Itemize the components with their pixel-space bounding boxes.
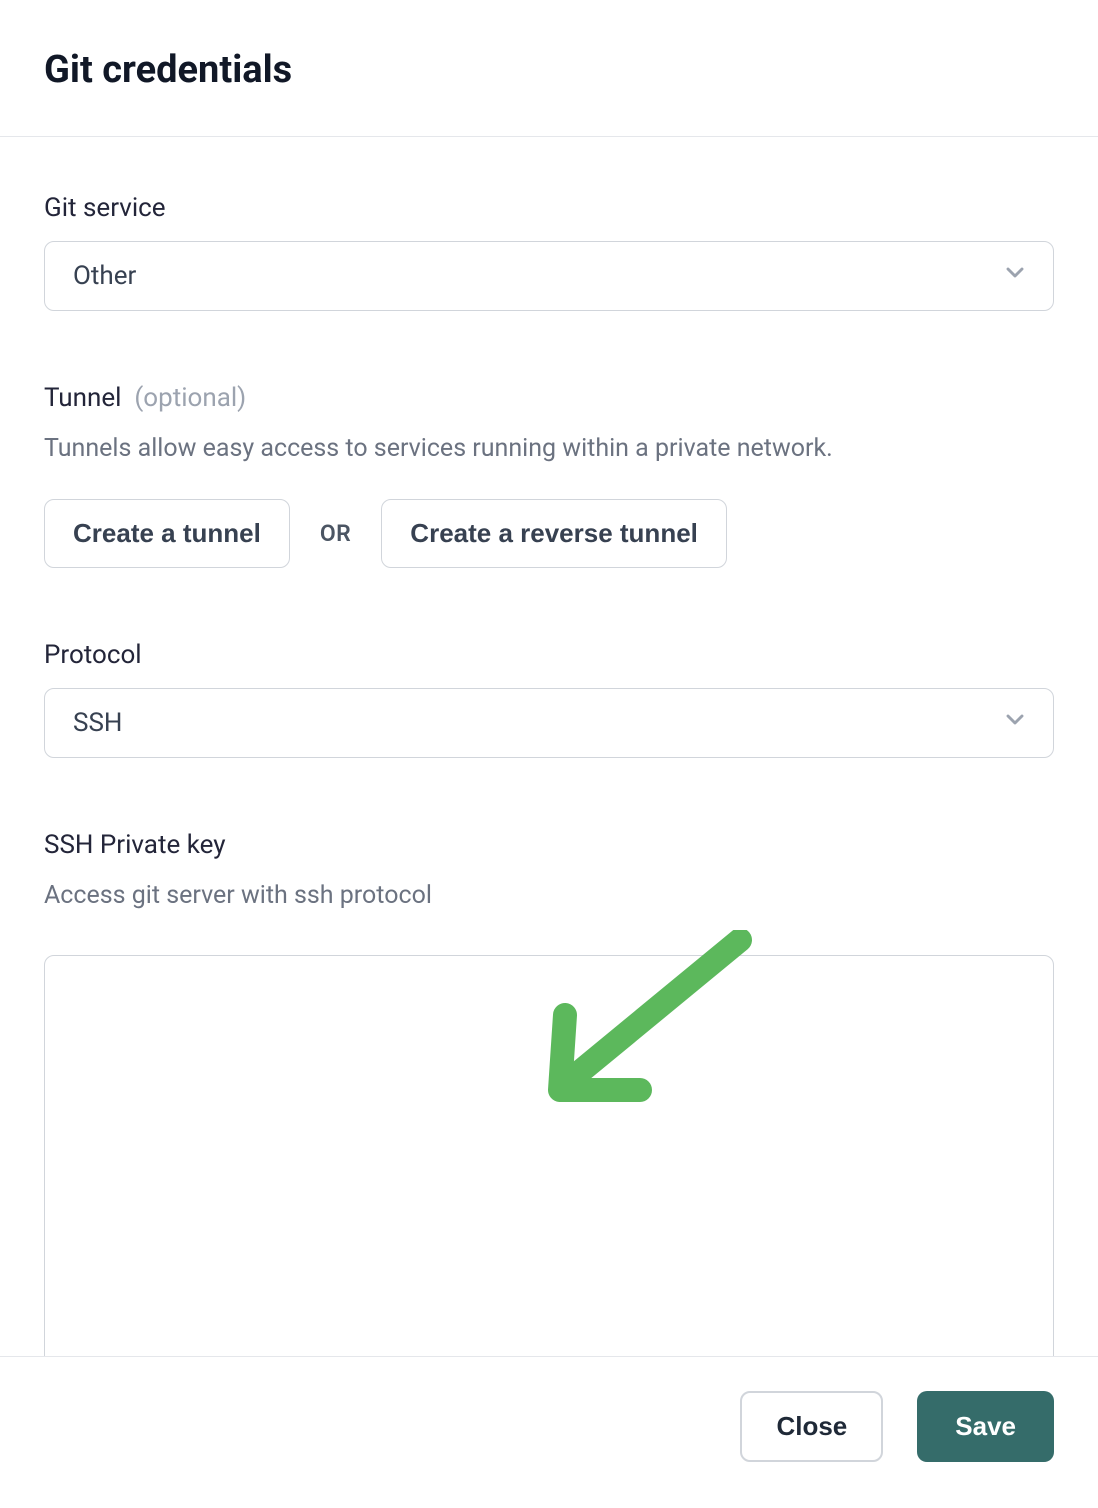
save-button[interactable]: Save xyxy=(917,1391,1054,1462)
git-service-selected-value: Other xyxy=(73,261,136,291)
ssh-private-key-textarea[interactable] xyxy=(44,955,1054,1375)
protocol-label: Protocol xyxy=(44,640,1054,670)
chevron-down-icon xyxy=(1001,706,1029,741)
git-service-label: Git service xyxy=(44,193,1054,223)
create-reverse-tunnel-button[interactable]: Create a reverse tunnel xyxy=(381,499,727,568)
protocol-selected-value: SSH xyxy=(73,708,122,738)
tunnel-button-row: Create a tunnel OR Create a reverse tunn… xyxy=(44,499,1054,568)
ssh-key-label: SSH Private key xyxy=(44,830,1054,860)
dialog-body: Git service Other Tunnel (optional) Tunn… xyxy=(0,137,1098,1379)
create-tunnel-button[interactable]: Create a tunnel xyxy=(44,499,290,568)
git-service-select[interactable]: Other xyxy=(44,241,1054,311)
tunnel-field: Tunnel (optional) Tunnels allow easy acc… xyxy=(44,383,1054,568)
dialog-footer: Close Save xyxy=(0,1356,1098,1508)
protocol-select[interactable]: SSH xyxy=(44,688,1054,758)
tunnel-label: Tunnel (optional) xyxy=(44,383,1054,413)
dialog-header: Git credentials xyxy=(0,0,1098,137)
protocol-field: Protocol SSH xyxy=(44,640,1054,758)
or-separator: OR xyxy=(320,520,351,547)
tunnel-description: Tunnels allow easy access to services ru… xyxy=(44,431,1054,467)
tunnel-label-text: Tunnel xyxy=(44,383,121,413)
close-button[interactable]: Close xyxy=(740,1391,883,1462)
tunnel-optional-text: (optional) xyxy=(134,383,246,413)
ssh-key-description: Access git server with ssh protocol xyxy=(44,878,1054,914)
chevron-down-icon xyxy=(1001,259,1029,294)
page-title: Git credentials xyxy=(44,48,1054,92)
git-service-field: Git service Other xyxy=(44,193,1054,311)
ssh-key-field: SSH Private key Access git server with s… xyxy=(44,830,1054,1378)
